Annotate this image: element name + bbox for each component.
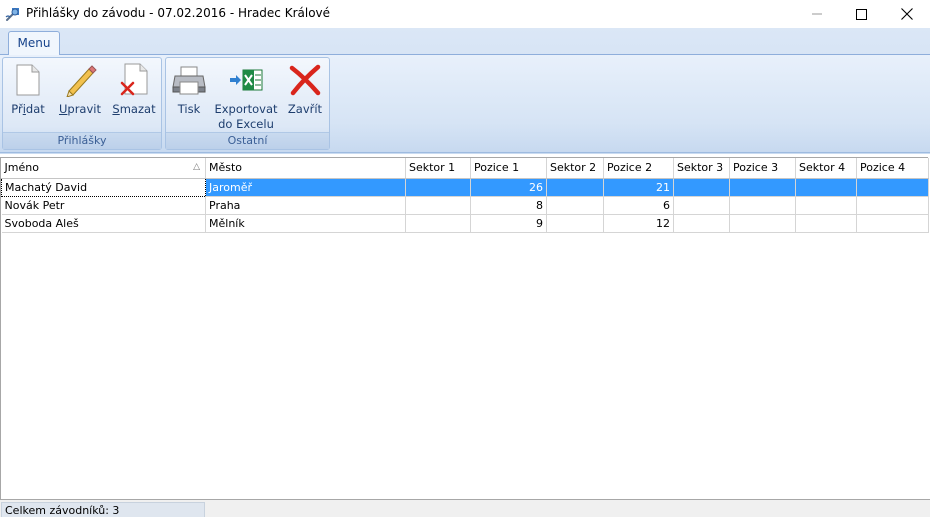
add-label-pre: Př (11, 102, 23, 116)
cell-sektor-3[interactable] (673, 214, 730, 233)
cell-sektor-1[interactable] (405, 196, 471, 215)
cell-pozice-3[interactable] (729, 178, 796, 197)
edit-button[interactable]: Upravit (56, 62, 104, 132)
print-button[interactable]: Tisk (170, 62, 208, 132)
cell-pozice-4[interactable] (856, 196, 929, 215)
grid-header-row: Jméno △ Město Sektor 1 Pozice 1 Sektor 2 … (1, 158, 929, 179)
column-header-jmeno[interactable]: Jméno △ (1, 158, 206, 179)
column-header-pozice-1[interactable]: Pozice 1 (470, 158, 547, 179)
column-header-pozice-2[interactable]: Pozice 2 (603, 158, 674, 179)
cell-sektor-2[interactable] (546, 214, 604, 233)
cell-pozice-2[interactable]: 12 (603, 214, 674, 233)
export-excel-button[interactable]: Exportovat do Excelu (214, 62, 278, 132)
status-total-count: Celkem závodníků: 3 (1, 502, 205, 517)
cell-sektor-3[interactable] (673, 178, 730, 197)
cell-jmeno[interactable]: Machatý David (1, 177, 206, 197)
cell-jmeno[interactable]: Svoboda Aleš (1, 214, 206, 233)
export-label-line2: do Excelu (218, 117, 274, 131)
export-label-line1: Exportovat (214, 102, 278, 116)
cell-sektor-1[interactable] (405, 178, 471, 197)
sort-ascending-icon: △ (193, 162, 200, 172)
status-bar: Celkem závodníků: 3 (0, 499, 930, 517)
ribbon-group-ostatni: Tisk Exportovat do Excelu Zavřít Ostatní (165, 57, 330, 150)
cell-sektor-2[interactable] (546, 178, 604, 197)
delete-document-icon (120, 63, 148, 96)
table-row[interactable]: Svoboda Aleš Mělník 9 12 (1, 214, 929, 233)
column-header-pozice-3[interactable]: Pozice 3 (729, 158, 796, 179)
ribbon-group-prihlasky: Přidat Upravit Smazat Přihlášky (2, 57, 162, 150)
cell-pozice-1[interactable]: 9 (470, 214, 547, 233)
delete-button[interactable]: Smazat (111, 62, 157, 132)
column-header-sektor-1[interactable]: Sektor 1 (405, 158, 471, 179)
print-label: Tisk (177, 102, 201, 116)
close-button[interactable]: Zavřít (284, 62, 326, 132)
add-label-post: dat (25, 102, 45, 116)
close-window-button[interactable] (884, 0, 930, 28)
column-header-pozice-4[interactable]: Pozice 4 (856, 158, 929, 179)
delete-label-post: mazat (119, 102, 156, 116)
cell-pozice-3[interactable] (729, 214, 796, 233)
cell-pozice-4[interactable] (856, 214, 929, 233)
delete-label-accel: S (112, 102, 120, 116)
cell-sektor-2[interactable] (546, 196, 604, 215)
close-label: Zavřít (287, 102, 323, 116)
cell-mesto[interactable]: Jaroměř (205, 178, 406, 197)
cell-sektor-3[interactable] (673, 196, 730, 215)
close-x-icon (289, 64, 321, 96)
close-icon (901, 8, 913, 20)
entries-table: Jméno △ Město Sektor 1 Pozice 1 Sektor 2 … (1, 158, 929, 233)
add-button[interactable]: Přidat (9, 62, 47, 132)
cell-pozice-4[interactable] (856, 178, 929, 197)
tab-menu[interactable]: Menu (8, 31, 60, 55)
maximize-icon (855, 8, 867, 20)
column-header-sektor-2[interactable]: Sektor 2 (546, 158, 604, 179)
maximize-button[interactable] (838, 0, 884, 28)
table-row[interactable]: Novák Petr Praha 8 6 (1, 196, 929, 215)
cell-sektor-4[interactable] (795, 196, 857, 215)
group-label-ostatni: Ostatní (166, 132, 329, 149)
column-header-label: Jméno (4, 161, 39, 175)
cell-sektor-4[interactable] (795, 214, 857, 233)
column-header-mesto[interactable]: Město (205, 158, 406, 179)
cell-pozice-2[interactable]: 21 (603, 178, 674, 197)
excel-export-icon (230, 69, 263, 91)
cell-pozice-3[interactable] (729, 196, 796, 215)
column-header-sektor-4[interactable]: Sektor 4 (795, 158, 857, 179)
column-header-sektor-3[interactable]: Sektor 3 (673, 158, 730, 179)
pencil-icon (66, 65, 97, 97)
cell-sektor-4[interactable] (795, 178, 857, 197)
cell-sektor-1[interactable] (405, 214, 471, 233)
cell-jmeno[interactable]: Novák Petr (1, 196, 206, 215)
fishing-app-icon (5, 8, 19, 21)
application-window: Přihlášky do závodu - 07.02.2016 - Hrade… (0, 0, 930, 517)
cell-pozice-1[interactable]: 8 (470, 196, 547, 215)
printer-icon (172, 66, 206, 95)
cell-pozice-2[interactable]: 6 (603, 196, 674, 215)
cell-mesto[interactable]: Mělník (205, 214, 406, 233)
entries-grid[interactable]: Jméno △ Město Sektor 1 Pozice 1 Sektor 2 … (0, 157, 929, 499)
group-label-prihlasky: Přihlášky (3, 132, 161, 149)
document-icon (16, 64, 40, 96)
title-bar: Přihlášky do závodu - 07.02.2016 - Hrade… (0, 0, 930, 28)
window-title: Přihlášky do závodu - 07.02.2016 - Hrade… (26, 6, 331, 20)
table-row[interactable]: Machatý David Jaroměř 26 21 (1, 177, 929, 197)
minimize-button[interactable] (794, 0, 840, 28)
edit-label-post: pravit (67, 102, 101, 116)
minimize-icon (812, 13, 822, 15)
cell-pozice-1[interactable]: 26 (470, 178, 547, 197)
cell-mesto[interactable]: Praha (205, 196, 406, 215)
